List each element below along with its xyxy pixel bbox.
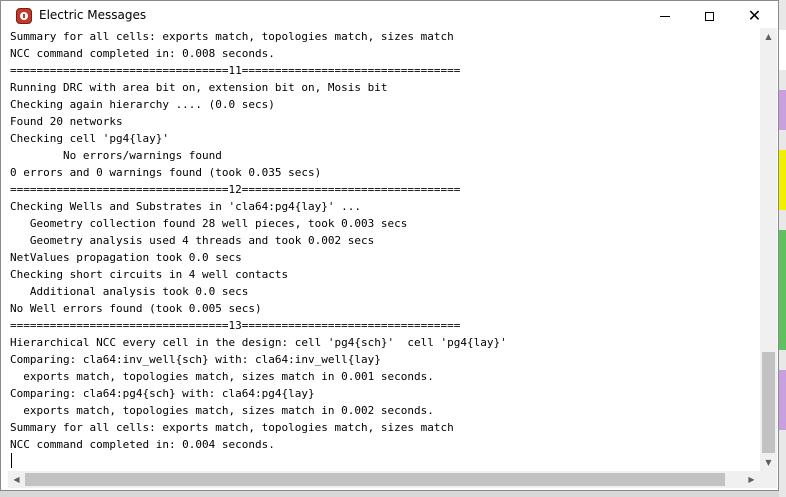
- log-line: Geometry analysis used 4 threads and too…: [10, 234, 375, 247]
- scroll-up-icon[interactable]: ▲: [760, 28, 777, 45]
- log-line: Comparing: cla64:pg4{sch} with: cla64:pg…: [10, 387, 315, 400]
- log-line: Hierarchical NCC every cell in the desig…: [10, 336, 507, 349]
- scrollbar-corner: [760, 471, 777, 488]
- log-line: Summary for all cells: exports match, to…: [10, 421, 454, 434]
- log-line: NetValues propagation took 0.0 secs: [10, 251, 242, 264]
- log-line: Running DRC with area bit on, extension …: [10, 81, 388, 94]
- horizontal-scrollbar[interactable]: ◀ ▶: [8, 471, 760, 488]
- log-line: Comparing: cla64:inv_well{sch} with: cla…: [10, 353, 381, 366]
- text-cursor: [11, 453, 12, 468]
- minimize-button[interactable]: [642, 1, 687, 31]
- vertical-scrollbar[interactable]: ▲ ▼: [760, 28, 777, 471]
- close-button[interactable]: ✕: [732, 1, 777, 31]
- log-line: Additional analysis took 0.0 secs: [10, 285, 249, 298]
- scroll-right-icon[interactable]: ▶: [743, 471, 760, 488]
- log-line: No Well errors found (took 0.005 secs): [10, 302, 262, 315]
- log-line: =================================12=====…: [10, 183, 461, 196]
- message-log[interactable]: Summary for all cells: exports match, to…: [8, 28, 760, 453]
- log-line: Checking Wells and Substrates in 'cla64:…: [10, 200, 361, 213]
- log-line: =================================13=====…: [10, 319, 461, 332]
- log-line: Checking cell 'pg4{lay}': [10, 132, 169, 145]
- log-line: Summary for all cells: exports match, to…: [10, 30, 454, 43]
- background-strip-segment: [779, 150, 786, 210]
- scroll-left-icon[interactable]: ◀: [8, 471, 25, 488]
- log-line: Geometry collection found 28 well pieces…: [10, 217, 408, 230]
- scroll-down-icon[interactable]: ▼: [760, 454, 777, 471]
- maximize-button[interactable]: [687, 1, 732, 31]
- log-line: Checking short circuits in 4 well contac…: [10, 268, 289, 281]
- log-line: No errors/warnings found: [10, 149, 222, 162]
- log-line: exports match, topologies match, sizes m…: [10, 370, 434, 383]
- maximize-icon: [705, 11, 714, 21]
- background-strip-segment: [779, 90, 786, 130]
- log-line: Checking again hierarchy .... (0.0 secs): [10, 98, 275, 111]
- title-bar[interactable]: Electric Messages ✕: [1, 1, 778, 31]
- electric-app-icon[interactable]: [16, 8, 32, 24]
- log-line: =================================11=====…: [10, 64, 461, 77]
- background-strip-segment: [779, 230, 786, 350]
- log-line: NCC command completed in: 0.004 seconds.: [10, 438, 275, 451]
- background-strip-segment: [779, 370, 786, 430]
- log-line: exports match, topologies match, sizes m…: [10, 404, 434, 417]
- close-icon: ✕: [747, 6, 762, 25]
- log-line: 0 errors and 0 warnings found (took 0.03…: [10, 166, 322, 179]
- background-window-strip: [779, 0, 786, 497]
- background-strip-segment: [779, 30, 786, 70]
- message-log-area[interactable]: Summary for all cells: exports match, to…: [8, 28, 760, 470]
- log-line: Found 20 networks: [10, 115, 123, 128]
- log-line: NCC command completed in: 0.008 seconds.: [10, 47, 275, 60]
- vertical-scroll-thumb[interactable]: [762, 352, 775, 453]
- window-title: Electric Messages: [39, 8, 147, 22]
- minimize-icon: [659, 15, 670, 17]
- horizontal-scroll-thumb[interactable]: [25, 473, 725, 486]
